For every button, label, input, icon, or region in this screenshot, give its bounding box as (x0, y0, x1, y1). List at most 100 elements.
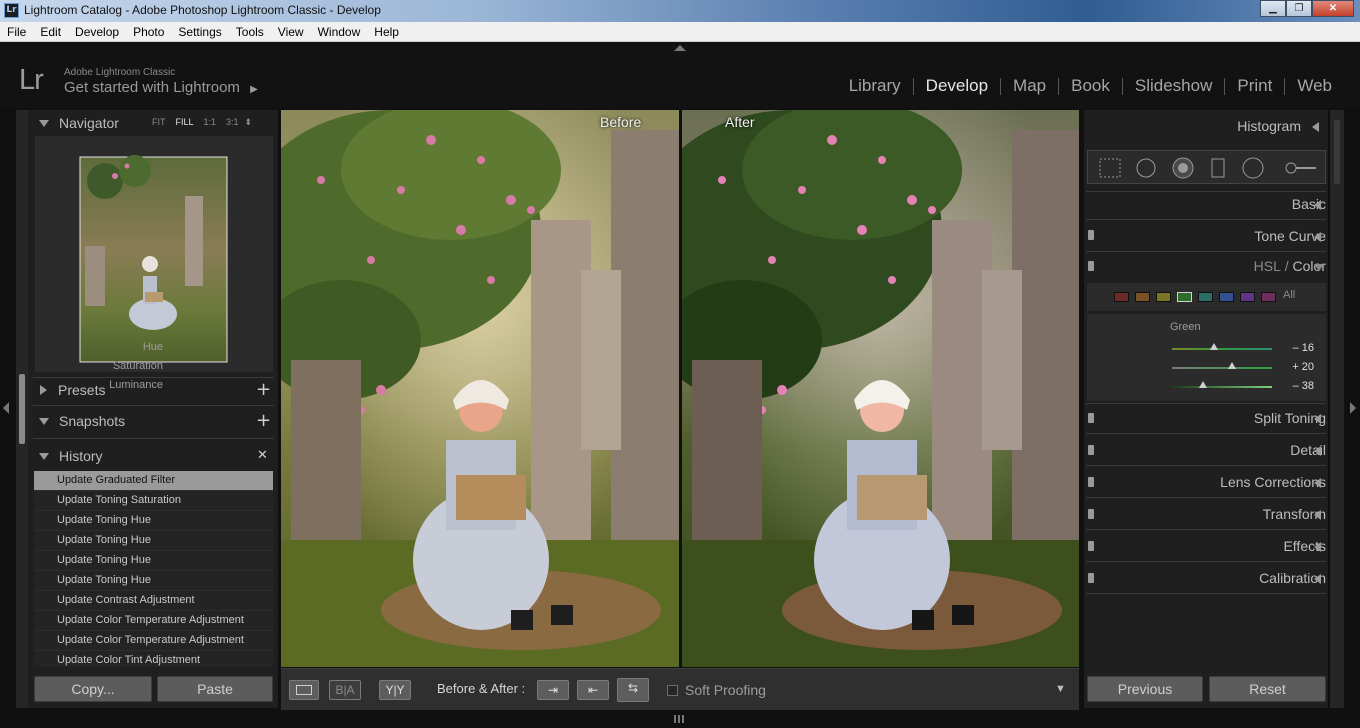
previous-button[interactable]: Previous (1087, 676, 1203, 702)
loupe-view-button[interactable] (289, 680, 319, 700)
swatch-green[interactable] (1177, 292, 1192, 302)
after-image[interactable] (682, 110, 1079, 667)
history-item[interactable]: Update Color Tint Adjustment (34, 651, 273, 667)
navigator-preview[interactable] (35, 136, 273, 372)
before-after-mode-button[interactable]: B|A (329, 680, 361, 700)
module-develop[interactable]: Develop (914, 76, 1000, 96)
module-map[interactable]: Map (1001, 76, 1058, 96)
history-item[interactable]: Update Color Temperature Adjustment (34, 631, 273, 651)
hsl-switch[interactable] (1088, 261, 1094, 271)
history-item[interactable]: Update Toning Hue (34, 531, 273, 551)
paste-settings-button[interactable]: Paste (157, 676, 273, 702)
detail-switch[interactable] (1088, 445, 1094, 455)
add-preset-icon[interactable]: + (256, 381, 271, 399)
hue-slider-knob[interactable] (1210, 343, 1218, 350)
history-item[interactable]: Update Graduated Filter (34, 471, 273, 491)
hue-value[interactable]: – 16 (1288, 342, 1314, 354)
swatch-purple[interactable] (1240, 292, 1255, 302)
zoom-1-1[interactable]: 1:1 (204, 117, 217, 128)
hue-slider-track[interactable] (1172, 348, 1272, 350)
get-started-link[interactable]: Get started with Lightroom ▶ (64, 79, 258, 96)
zoom-fit[interactable]: FIT (152, 117, 166, 128)
right-panel-scrollbar[interactable] (1334, 120, 1340, 184)
basic-collapse-icon[interactable] (1314, 200, 1321, 210)
menu-file[interactable]: File (0, 22, 33, 41)
soft-proofing-checkbox[interactable] (667, 685, 678, 696)
module-web[interactable]: Web (1285, 76, 1344, 96)
split-toning-collapse-icon[interactable] (1314, 414, 1321, 424)
collapse-top-panel-icon[interactable] (674, 45, 686, 51)
transform-switch[interactable] (1088, 509, 1094, 519)
lens-corrections-header[interactable]: Lens Corrections (1220, 474, 1326, 490)
hsl-expanded-icon[interactable] (1314, 264, 1324, 271)
swatch-orange[interactable] (1135, 292, 1150, 302)
menu-settings[interactable]: Settings (171, 22, 228, 41)
menu-help[interactable]: Help (367, 22, 406, 41)
swatch-blue[interactable] (1219, 292, 1234, 302)
luminance-slider-track[interactable] (1172, 386, 1272, 388)
module-book[interactable]: Book (1059, 76, 1122, 96)
left-panel-scrollbar[interactable] (19, 374, 25, 444)
before-after-side-by-side-button[interactable]: Y|Y (379, 680, 411, 700)
saturation-value[interactable]: + 20 (1288, 361, 1314, 373)
navigator-header[interactable]: Navigator (33, 111, 119, 135)
menu-view[interactable]: View (271, 22, 311, 41)
maximize-button[interactable]: ❐ (1286, 0, 1312, 17)
lens-corrections-collapse-icon[interactable] (1314, 478, 1321, 488)
zoom-fill[interactable]: FILL (176, 117, 194, 128)
histogram-collapse-icon[interactable] (1312, 122, 1319, 132)
history-item[interactable]: Update Toning Hue (34, 551, 273, 571)
history-item[interactable]: Update Contrast Adjustment (34, 591, 273, 611)
history-item[interactable]: Update Color Temperature Adjustment (34, 611, 273, 631)
zoom-stepper-icon[interactable]: ⬍ (245, 117, 253, 128)
minimize-button[interactable]: ▁ (1260, 0, 1286, 17)
hsl-tab[interactable]: HSL (1254, 258, 1281, 274)
transform-collapse-icon[interactable] (1314, 510, 1321, 520)
copy-before-to-after-button[interactable]: ⇥ (537, 680, 569, 700)
histogram-header[interactable]: Histogram (1237, 118, 1301, 134)
reset-button[interactable]: Reset (1209, 676, 1326, 702)
history-item[interactable]: Update Toning Hue (34, 511, 273, 531)
lens-corrections-switch[interactable] (1088, 477, 1094, 487)
clear-history-icon[interactable]: ✕ (257, 448, 268, 463)
saturation-slider-knob[interactable] (1228, 362, 1236, 369)
calibration-switch[interactable] (1088, 573, 1094, 583)
split-toning-switch[interactable] (1088, 413, 1094, 423)
swatch-yellow[interactable] (1156, 292, 1171, 302)
snapshots-header[interactable]: Snapshots (33, 409, 125, 433)
swatch-all[interactable]: All (1283, 289, 1295, 301)
history-item[interactable]: Update Toning Saturation (34, 491, 273, 511)
luminance-slider-knob[interactable] (1199, 381, 1207, 388)
saturation-slider-track[interactable] (1172, 367, 1272, 369)
add-snapshot-icon[interactable]: + (256, 412, 271, 430)
module-slideshow[interactable]: Slideshow (1123, 76, 1225, 96)
tone-curve-collapse-icon[interactable] (1314, 232, 1321, 242)
menu-photo[interactable]: Photo (126, 22, 171, 41)
presets-header[interactable]: Presets (33, 378, 105, 402)
effects-switch[interactable] (1088, 541, 1094, 551)
before-image[interactable] (281, 110, 679, 667)
menu-edit[interactable]: Edit (33, 22, 68, 41)
module-print[interactable]: Print (1225, 76, 1284, 96)
menu-window[interactable]: Window (311, 22, 368, 41)
tone-curve-switch[interactable] (1088, 230, 1094, 240)
effects-collapse-icon[interactable] (1314, 542, 1321, 552)
detail-collapse-icon[interactable] (1314, 446, 1321, 456)
swap-before-after-button[interactable]: ⇆ (617, 678, 649, 702)
collapse-filmstrip-icon[interactable] (674, 715, 686, 723)
close-button[interactable]: ✕ (1312, 0, 1354, 17)
module-library[interactable]: Library (837, 76, 913, 96)
history-item[interactable]: Update Toning Hue (34, 571, 273, 591)
swatch-magenta[interactable] (1261, 292, 1276, 302)
swatch-aqua[interactable] (1198, 292, 1213, 302)
collapse-left-panel-icon[interactable] (3, 402, 9, 414)
history-header[interactable]: History (33, 444, 103, 468)
copy-settings-button[interactable]: Copy... (34, 676, 152, 702)
copy-after-to-before-button[interactable]: ⇤ (577, 680, 609, 700)
zoom-3-1[interactable]: 3:1 (226, 117, 239, 128)
menu-develop[interactable]: Develop (68, 22, 126, 41)
calibration-collapse-icon[interactable] (1314, 574, 1321, 584)
right-panel-edge[interactable] (1330, 110, 1344, 708)
collapse-right-panel-icon[interactable] (1350, 402, 1356, 414)
luminance-value[interactable]: – 38 (1288, 380, 1314, 392)
